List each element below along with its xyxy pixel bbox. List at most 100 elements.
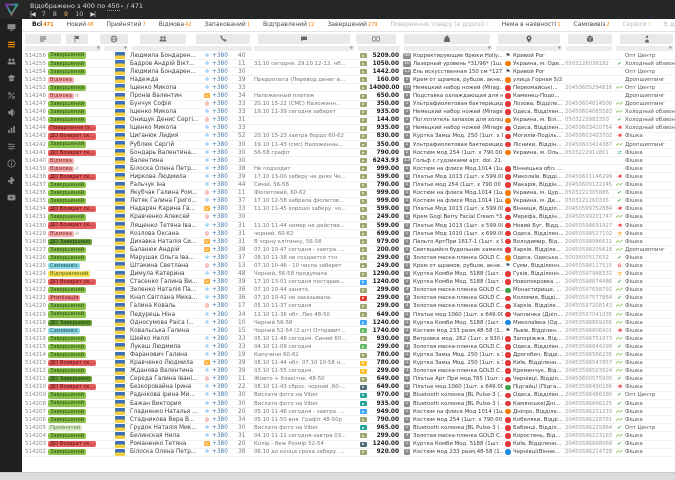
column-header-customers-icon[interactable] — [140, 34, 186, 44]
tab-всі[interactable]: Всі471 — [30, 19, 56, 32]
flag-cell — [110, 141, 130, 148]
comment-text: Синій, 56-58 — [254, 181, 357, 189]
footer-bar — [0, 472, 675, 480]
status-cell: Завершений — [48, 61, 110, 67]
source-cell: ❄ — [202, 222, 212, 230]
column-filter[interactable]: ▼ — [25, 46, 101, 51]
tab-повернення-товару-в-дорозі-[interactable]: Повернення товару (в дорозі)0 — [388, 19, 490, 32]
dashboard-icon[interactable] — [0, 19, 22, 36]
column-header-flag-icon[interactable] — [66, 34, 88, 44]
delivery-address: Лісники, Віддін... — [513, 141, 565, 149]
order-id: 514239 — [22, 165, 48, 173]
status-badge: Завершений — [48, 287, 86, 293]
order-id: 514247 — [22, 100, 48, 108]
tab-сервіси[interactable]: Сервіси0 — [621, 19, 653, 32]
column-header-status-icon[interactable] — [25, 34, 61, 44]
order-id: 514222 — [22, 286, 48, 294]
info-icon[interactable] — [0, 155, 22, 172]
tab-в-дорозі-додому[interactable]: В дорозі додому0 — [662, 19, 675, 32]
phone-prefix: +380 — [212, 270, 238, 278]
column-header-money-icon[interactable] — [356, 34, 396, 44]
delivery-status-icon: ✔ — [613, 424, 625, 432]
carrier-np-icon — [505, 433, 511, 439]
phone-prefix: +380 — [212, 408, 238, 416]
ukraine-flag-icon — [115, 238, 125, 245]
status-cell: Самовивіз — [48, 263, 110, 269]
column-header-courier-icon[interactable] — [620, 34, 673, 44]
column-header-source-icon[interactable] — [100, 34, 128, 44]
status-badge: Завершений — [48, 368, 86, 374]
tab-новий[interactable]: Новий48 — [65, 19, 96, 32]
tab-самовивіз[interactable]: Самовивіз2 — [572, 19, 612, 32]
tab-label: Прийнятий — [107, 21, 142, 28]
first-page-button[interactable]: |◀ — [30, 11, 35, 18]
tracking-number: 20450603403702 — [565, 132, 613, 140]
carrier-np-icon — [505, 215, 511, 221]
status-cell: Завершений — [48, 109, 110, 115]
column-filter[interactable]: ▼ — [404, 46, 492, 51]
page-number[interactable]: 7 — [42, 10, 46, 18]
snowflake-source-icon: ❄ — [205, 255, 210, 261]
column-filter[interactable] — [566, 46, 612, 51]
column-header-product-icon[interactable] — [404, 34, 490, 44]
orders-icon[interactable] — [0, 36, 22, 53]
offers-icon[interactable] — [0, 87, 22, 104]
status-cell: Завершений — [48, 141, 110, 147]
tab-завершений[interactable]: Завершений279 — [325, 19, 379, 32]
flag-cell — [110, 230, 130, 237]
integrations-icon[interactable] — [0, 172, 22, 189]
ukraine-flag-icon — [115, 319, 125, 326]
table-row[interactable]: 514202ЗавершенийБілоска Олена Петр...❄+3… — [22, 449, 675, 457]
column-filter[interactable] — [358, 46, 400, 51]
order-channel: Фішка — [625, 302, 675, 310]
status-badge: Прийнятий — [48, 425, 82, 431]
page-size-dropdown[interactable]: 450 — [107, 2, 119, 11]
page-number[interactable]: 10 — [75, 10, 83, 18]
marketing-icon[interactable] — [0, 104, 22, 121]
team-icon[interactable] — [0, 70, 22, 87]
settings-icon[interactable] — [0, 138, 22, 155]
customer-name: Людмила Бондарен... — [130, 68, 202, 76]
delivery-address: Украина, м. Оде... — [513, 60, 565, 68]
tab-запакований[interactable]: Запакований1 — [202, 19, 252, 32]
video-tutorials-icon[interactable] — [0, 189, 22, 206]
column-header-phone-icon[interactable] — [196, 34, 250, 44]
column-filter[interactable] — [132, 46, 252, 51]
tab-відправлений[interactable]: Відправлений12 — [261, 19, 317, 32]
tracking-number: 20450600122245 — [565, 181, 613, 189]
delivery-status-icon: ◔ — [613, 230, 625, 238]
tab-нема-в-наявності[interactable]: Нема в наявності1 — [500, 19, 563, 32]
app-logo[interactable] — [4, 2, 19, 17]
order-total: 920.00 — [369, 448, 401, 456]
order-channel: Фішка — [625, 351, 675, 359]
page-number[interactable]: 8 — [53, 10, 57, 18]
status-cell: Завершений — [48, 287, 110, 293]
column-filter[interactable]: ▼ — [104, 46, 128, 51]
order-id: 514231 — [22, 213, 48, 221]
carrier-np-icon — [505, 271, 511, 277]
page-number[interactable]: 9 — [64, 10, 68, 18]
tab-прийнятий[interactable]: Прийнятий7 — [105, 19, 148, 32]
phone-prefix: +380 — [212, 294, 238, 302]
order-channel: Фішка — [625, 408, 675, 416]
delivery-status-icon: ◔ — [613, 270, 625, 278]
customer-name: Рублюк Сергій — [130, 141, 202, 149]
statistics-icon[interactable] — [0, 121, 22, 138]
column-filter[interactable]: ▼ — [616, 46, 673, 51]
order-total: 1442.00 — [369, 68, 401, 76]
customers-icon[interactable] — [0, 53, 22, 70]
carrier-cell — [503, 126, 513, 132]
column-filter[interactable]: ▼ — [254, 46, 354, 51]
column-header-comment-icon[interactable] — [258, 34, 350, 44]
column-header-parcel-icon[interactable] — [568, 34, 612, 44]
phone-tail: 31 — [238, 238, 254, 246]
column-filter[interactable]: ▼ — [496, 46, 562, 51]
tab-відмова[interactable]: Відмова42 — [157, 19, 194, 32]
last-page-button[interactable]: ▶| — [90, 11, 95, 18]
payment-cell — [357, 199, 369, 204]
status-badge: ДО Возврат ск... — [48, 206, 96, 212]
column-header-location-icon[interactable] — [498, 34, 560, 44]
quantity-cell: 1 — [401, 133, 413, 139]
table-row[interactable]: 514241ДО Возврат ск...Бондарь Валентина.… — [22, 149, 675, 157]
table-row[interactable]: 514255ЗавершенийБадров Андрій Вікт...❄+3… — [22, 60, 675, 68]
